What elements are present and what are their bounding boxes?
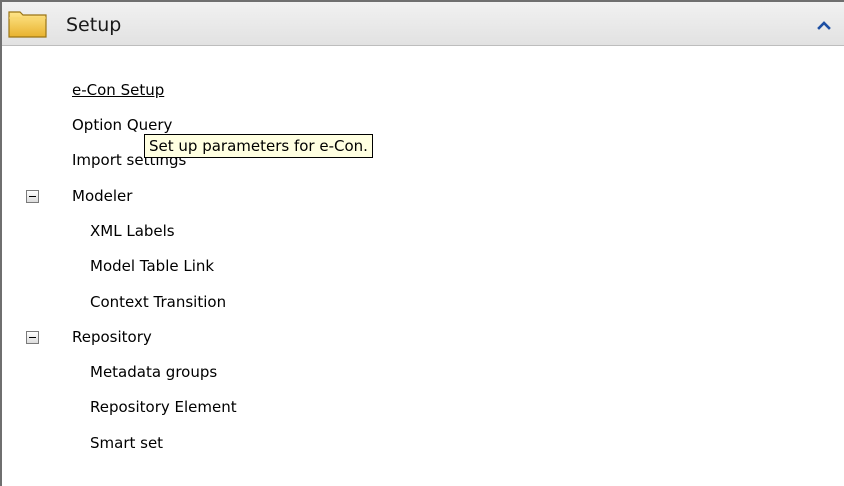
link-smart-set[interactable]: Smart set xyxy=(90,433,163,453)
setup-panel: Setup e-Con Setup Option Query Import se… xyxy=(0,0,844,486)
link-context-transition[interactable]: Context Transition xyxy=(90,292,226,312)
link-econ-setup[interactable]: e-Con Setup xyxy=(72,80,164,100)
tooltip: Set up parameters for e-Con. xyxy=(144,134,373,158)
link-option-query[interactable]: Option Query xyxy=(72,115,172,135)
link-xml-labels[interactable]: XML Labels xyxy=(90,221,175,241)
group-repository[interactable]: Repository xyxy=(72,327,152,347)
folder-icon xyxy=(8,11,47,38)
link-metadata-groups[interactable]: Metadata groups xyxy=(90,362,217,382)
collapse-repository-icon[interactable] xyxy=(26,331,39,344)
panel-title: Setup xyxy=(66,14,122,36)
setup-panel-header[interactable]: Setup xyxy=(2,2,844,46)
link-model-table-link[interactable]: Model Table Link xyxy=(90,256,214,276)
link-repository-element[interactable]: Repository Element xyxy=(90,397,237,417)
chevron-up-icon[interactable] xyxy=(814,16,834,34)
collapse-modeler-icon[interactable] xyxy=(26,190,39,203)
group-modeler[interactable]: Modeler xyxy=(72,186,132,206)
